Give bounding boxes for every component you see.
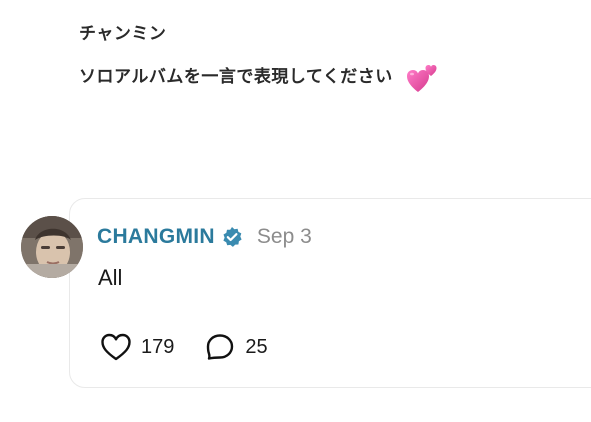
like-button[interactable]: 179 bbox=[100, 332, 174, 362]
comment-bubble-icon bbox=[204, 332, 236, 362]
comment-button[interactable]: 25 bbox=[204, 332, 268, 362]
heart-icon bbox=[100, 332, 132, 362]
question-author-name: チャンミン bbox=[79, 24, 167, 44]
question-text-row: ソロアルバムを一言で表現してください bbox=[79, 60, 439, 94]
post-date: Sep 3 bbox=[256, 225, 312, 248]
two-hearts-icon bbox=[405, 62, 439, 96]
question-text: ソロアルバムを一言で表現してください bbox=[79, 67, 393, 87]
verified-badge-icon bbox=[221, 226, 243, 248]
post-author-name[interactable]: CHANGMIN bbox=[97, 225, 215, 249]
like-count: 179 bbox=[141, 335, 175, 358]
avatar[interactable] bbox=[21, 216, 83, 278]
post-text: All bbox=[98, 265, 123, 290]
comment-count: 25 bbox=[245, 335, 268, 358]
post-author-row: CHANGMIN Sep 3 bbox=[97, 222, 312, 252]
question-header: チャンミン ソロアルバムを一言で表現してください bbox=[79, 22, 439, 94]
post-actions: 179 25 bbox=[100, 332, 268, 362]
